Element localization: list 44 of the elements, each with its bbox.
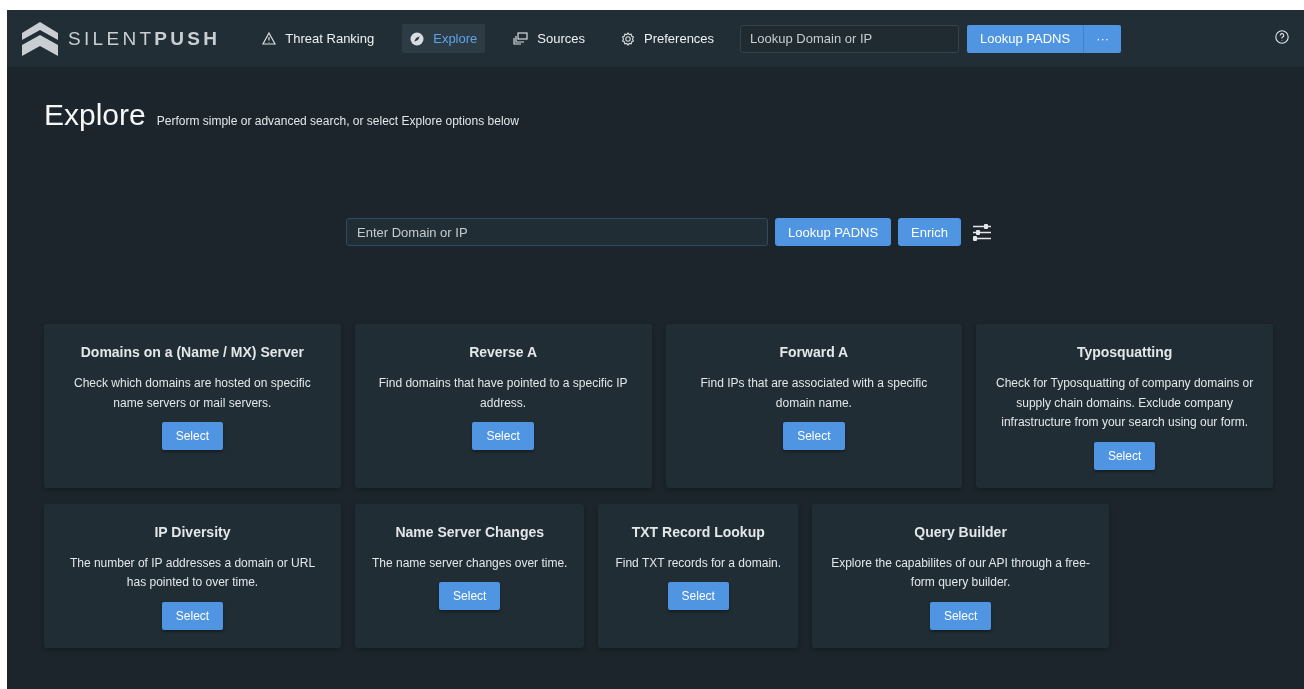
card-title: Forward A bbox=[779, 344, 849, 360]
search-field[interactable]: Enter Domain or IP bbox=[346, 218, 768, 246]
select-button[interactable]: Select bbox=[472, 422, 534, 450]
card-description: Check for Typosquatting of company domains or supply chain domains. Exclude company infrastructure from your search using our form. bbox=[995, 375, 1255, 431]
card-description: Find IPs that are associated with a specific domain name. bbox=[699, 375, 929, 412]
select-button[interactable]: Select bbox=[1093, 441, 1156, 470]
card-title: TXT Record Lookup bbox=[631, 523, 765, 540]
help-icon[interactable] bbox=[1275, 29, 1289, 44]
gear-icon bbox=[621, 31, 635, 46]
card-title: Typosquatting bbox=[1076, 344, 1173, 360]
select-button[interactable]: Select bbox=[929, 601, 992, 630]
card-title: IP Diversity bbox=[154, 523, 231, 540]
page-title: Explore bbox=[44, 98, 146, 132]
logo-icon bbox=[22, 21, 58, 56]
card-description: The name server changes over time. bbox=[372, 554, 568, 572]
select-button[interactable]: Select bbox=[439, 582, 501, 610]
page-subtitle: Perform simple or advanced search, or select Explore options below bbox=[156, 114, 519, 128]
card-description: Explore the capabilites of our API through a free-form query builder. bbox=[830, 554, 1091, 591]
card-description: Find domains that have pointed to a specific IP address. bbox=[377, 375, 629, 412]
more-button[interactable]: ··· bbox=[1083, 24, 1122, 53]
lookup-padns-button[interactable]: Lookup PADNS bbox=[967, 24, 1084, 53]
sliders-icon[interactable] bbox=[972, 223, 991, 241]
windows-icon bbox=[513, 32, 529, 45]
select-button[interactable]: Select bbox=[161, 422, 224, 450]
search-button[interactable]: Enrich bbox=[898, 218, 961, 246]
card-description: Check which domains are hosted on specific name servers or mail servers. bbox=[72, 375, 312, 412]
warning-icon bbox=[262, 32, 277, 45]
compass-icon bbox=[410, 31, 425, 46]
card-title: Reverse A bbox=[469, 344, 538, 360]
nav-tab[interactable]: Threat Ranking bbox=[254, 24, 383, 53]
select-button[interactable]: Select bbox=[161, 601, 224, 630]
card-description: Find TXT records for a domain. bbox=[615, 554, 782, 572]
nav-tab[interactable]: Explore bbox=[402, 24, 486, 53]
lookup-field[interactable]: Lookup Domain or IP bbox=[740, 24, 960, 53]
select-button[interactable]: Select bbox=[783, 422, 845, 450]
nav-tab[interactable]: Sources bbox=[505, 24, 593, 53]
card-title: Domains on a (Name / MX) Server bbox=[80, 344, 304, 360]
nav-tab[interactable]: Preferences bbox=[613, 24, 723, 53]
search-button[interactable]: Lookup PADNS bbox=[775, 218, 892, 246]
card-title: Name Server Changes bbox=[395, 523, 545, 540]
select-button[interactable]: Select bbox=[667, 582, 729, 610]
card-title: Query Builder bbox=[914, 523, 1007, 540]
logo-wordmark: SILENT PUSH bbox=[68, 27, 221, 50]
card-description: The number of IP addresses a domain or URL has pointed to over time. bbox=[68, 554, 317, 591]
